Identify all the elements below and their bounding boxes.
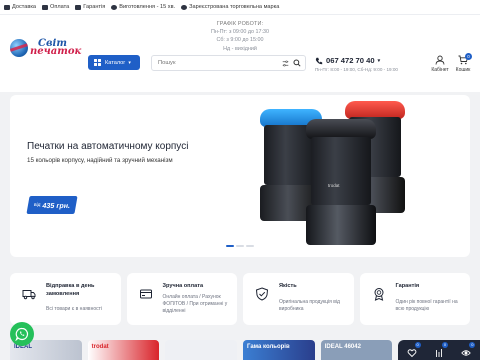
wishlist-button[interactable]: 0 <box>407 342 421 358</box>
user-icon <box>435 55 445 65</box>
phone-number: 067 472 70 40 <box>326 56 375 65</box>
product-card[interactable]: Гама кольорів <box>243 340 315 360</box>
shield-icon <box>255 287 269 301</box>
topbar-payment-link[interactable]: Оплата <box>42 4 69 10</box>
feature-card: Зручна оплата Онлайн оплата / Рахунок ФО… <box>126 273 237 325</box>
floating-quick-bar: 0 0 0 <box>398 340 480 360</box>
filter-icon[interactable] <box>282 60 289 67</box>
viewed-button[interactable]: 0 <box>461 342 476 356</box>
top-bar: Доставка Оплата Гарантія Виготовлення - … <box>0 0 480 14</box>
feature-card: Гарантія Один рік повної гарантії на всю… <box>359 273 470 325</box>
topbar-trademark-link[interactable]: Зареєстрована торговельна марка <box>181 4 279 10</box>
chevron-down-icon: ▾ <box>377 57 381 64</box>
cart-label: Кошик <box>455 67 471 73</box>
feature-title: Гарантія <box>395 283 420 289</box>
search-input[interactable] <box>158 60 278 66</box>
schedule-line: Нд - вихідний <box>223 45 257 52</box>
feature-text: Один рік повної гарантії на всю продукці… <box>395 299 458 312</box>
schedule-line: Сб: з 9:00 до 15:00 <box>216 37 264 44</box>
product-card[interactable]: trodat <box>87 340 160 360</box>
logo-line-2: печаток <box>30 46 82 57</box>
stamp-image-black: trodat <box>306 119 376 245</box>
logo-text: Світ печаток <box>30 38 82 57</box>
price-value: 435 грн. <box>41 200 71 210</box>
topbar-guarantee-link[interactable]: Гарантія <box>75 4 105 10</box>
globe-logo-icon <box>10 39 28 57</box>
search-icon[interactable] <box>293 59 301 67</box>
phone-hours: Пн-Пт: 8:00 - 19:00, Сб-Нд: 9:00 - 19:00 <box>315 67 398 72</box>
clock-icon <box>111 4 118 10</box>
phone-contact[interactable]: 067 472 70 40 ▾ Пн-Пт: 8:00 - 19:00, Сб-… <box>315 56 398 72</box>
registered-icon <box>181 4 188 10</box>
topbar-production-link[interactable]: Виготовлення - 15 хв. <box>111 4 175 10</box>
phone-icon <box>315 57 323 64</box>
feature-text: Онлайн оплата / Рахунок ФОП/ТОВ / При от… <box>162 294 228 314</box>
product-card[interactable]: IDEAL 46042 <box>320 340 393 360</box>
cabinet-label: Кабінет <box>431 67 449 73</box>
topbar-trademark-label: Зареєстрована торговельна марка <box>189 4 280 10</box>
feature-title: Відправка в день замовлення <box>46 283 95 297</box>
feature-text: Оригінальна продукція від виробника <box>279 299 340 312</box>
medal-icon <box>374 288 383 301</box>
product-card-label: Гама кольорів <box>247 344 290 350</box>
topbar-delivery-label: Доставка <box>12 4 37 10</box>
product-card-label: trodat <box>91 344 109 350</box>
compare-icon <box>436 349 442 357</box>
topbar-delivery-link[interactable]: Доставка <box>4 4 36 10</box>
schedule-line: Пн-Пт: з 09:00 до 17:30 <box>210 29 270 36</box>
feature-title: Якість <box>279 283 297 289</box>
catalog-button[interactable]: Каталог ▾ <box>88 55 140 70</box>
card-icon <box>139 289 152 299</box>
wishlist-count-badge: 0 <box>414 342 421 348</box>
feature-text: Всі товари є в наявності <box>46 306 103 312</box>
grid-icon <box>94 59 101 66</box>
compare-button[interactable]: 0 <box>434 342 448 357</box>
card-icon <box>42 4 49 10</box>
topbar-payment-label: Оплата <box>50 4 70 10</box>
truck-icon <box>22 290 36 300</box>
work-schedule: ГРАФІК РОБОТИ: Пн-Пт: з 09:00 до 17:30 С… <box>190 20 290 53</box>
stamp-base <box>306 205 376 245</box>
stamp-body <box>311 137 371 205</box>
topbar-production-label: Виготовлення - 15 хв. <box>119 4 176 10</box>
stamp-cap <box>306 119 376 139</box>
slider-dot[interactable] <box>246 245 254 247</box>
product-card-label: IDEAL 46042 <box>324 344 361 350</box>
features-row: Відправка в день замовлення Всі товари є… <box>10 273 470 325</box>
slider-dots <box>226 245 254 247</box>
trophy-icon <box>75 4 82 10</box>
cart-button[interactable]: 0 Кошик <box>454 53 472 73</box>
slider-dot[interactable] <box>226 245 234 247</box>
hero-subtitle: 15 кольорів корпусу, надійний та зручний… <box>27 157 173 164</box>
stamp-brand-label: trodat <box>328 183 340 188</box>
site-logo[interactable]: Світ печаток <box>10 38 82 57</box>
product-card[interactable] <box>165 340 238 360</box>
cart-count-badge: 0 <box>465 53 472 60</box>
feature-card: Якість Оригінальна продукція від виробни… <box>243 273 354 325</box>
slider-dot[interactable] <box>236 245 244 247</box>
hero-title: Печатки на автоматичному корпусі <box>27 141 189 152</box>
price-prefix: від <box>33 202 42 208</box>
cabinet-button[interactable]: Кабінет <box>430 55 450 73</box>
feature-card: Відправка в день замовлення Всі товари є… <box>10 273 121 325</box>
whatsapp-icon <box>15 327 29 341</box>
whatsapp-chat-button[interactable] <box>10 322 34 346</box>
feature-title: Зручна оплата <box>162 283 204 289</box>
hero-banner[interactable]: Печатки на автоматичному корпусі 15 коль… <box>10 95 470 257</box>
chevron-down-icon: ▾ <box>128 59 131 66</box>
truck-icon <box>4 4 10 10</box>
price-badge[interactable]: від 435 грн. <box>26 196 78 214</box>
heart-icon <box>407 349 417 358</box>
catalog-label: Каталог <box>105 59 126 66</box>
search-bar <box>151 55 306 71</box>
eye-icon <box>461 350 472 356</box>
viewed-count-badge: 0 <box>469 342 476 348</box>
site-header: ГРАФІК РОБОТИ: Пн-Пт: з 09:00 до 17:30 С… <box>0 14 480 92</box>
compare-count-badge: 0 <box>441 342 448 348</box>
schedule-title: ГРАФІК РОБОТИ: <box>216 21 264 27</box>
topbar-guarantee-label: Гарантія <box>83 4 106 10</box>
